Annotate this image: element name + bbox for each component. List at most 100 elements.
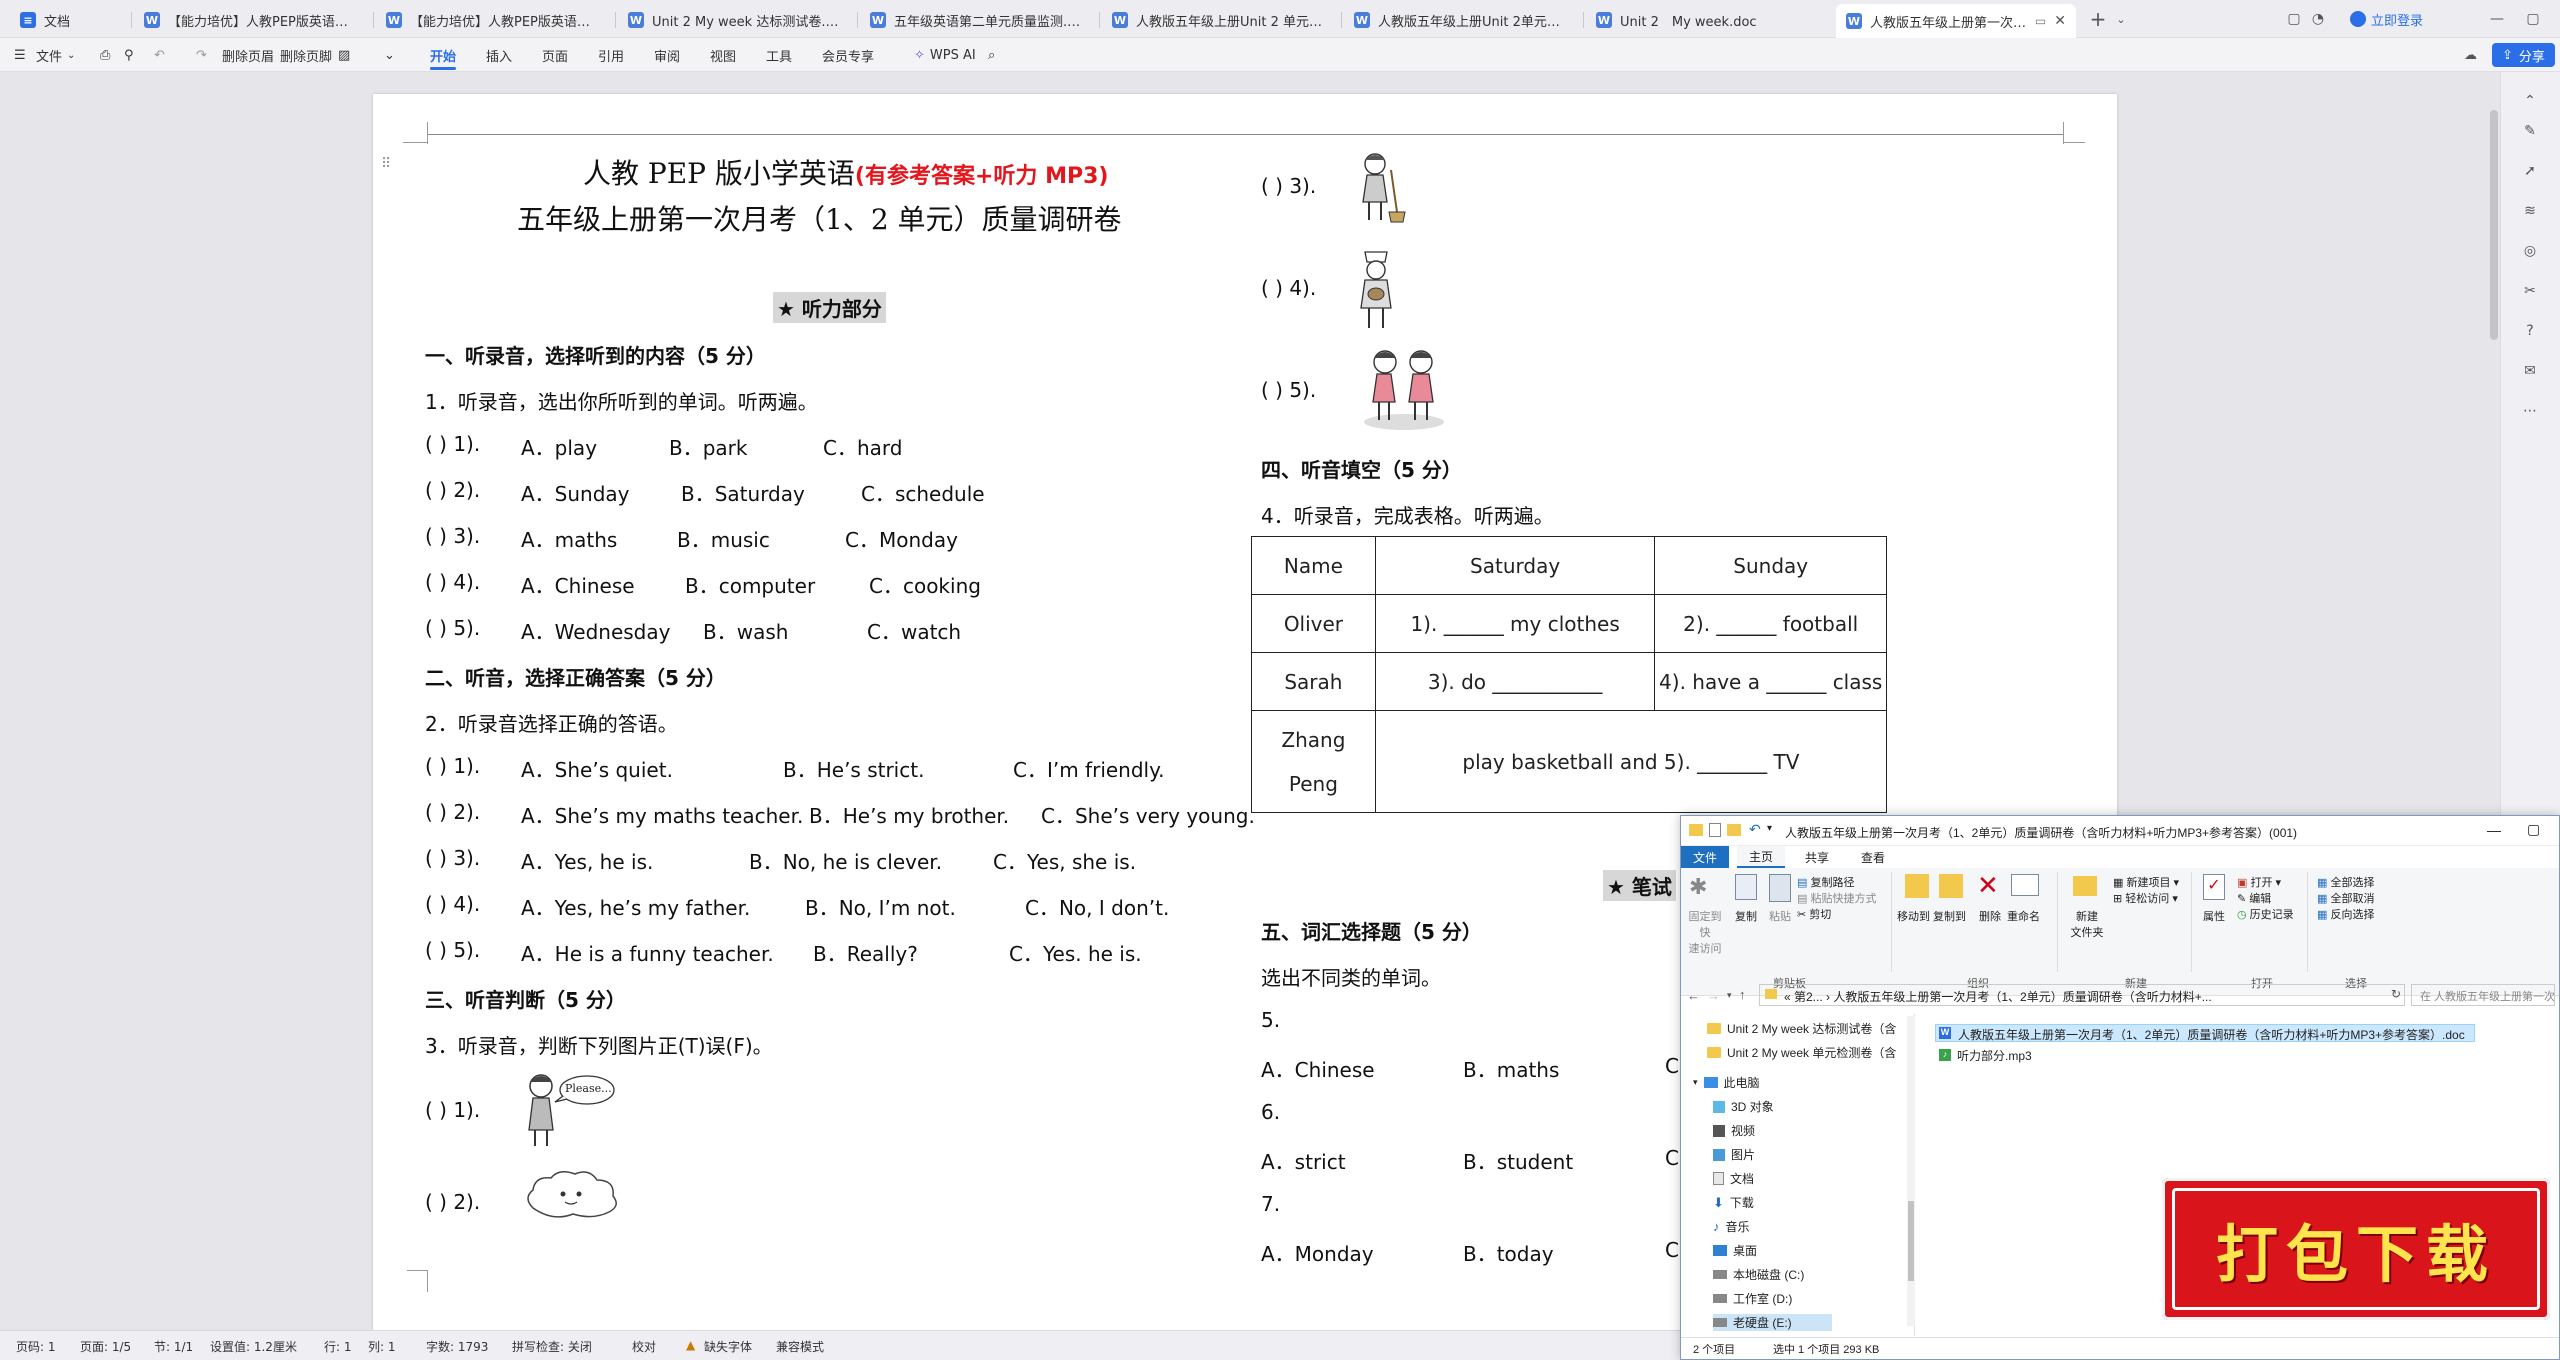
new-folder-label[interactable]: 新建 文件夹 (2069, 908, 2105, 940)
save-icon[interactable]: ⎙ (100, 38, 110, 72)
open-button[interactable]: ▣ 打开 ▾ (2237, 874, 2281, 890)
pen-icon[interactable]: ✎ (2517, 118, 2543, 144)
adjust-icon[interactable]: ≋ (2517, 198, 2543, 224)
tree-item[interactable]: 桌面 (1713, 1242, 1757, 1259)
tree-item[interactable]: 工作室 (D:) (1713, 1290, 1792, 1307)
cursor-icon[interactable]: ➚ (2517, 158, 2543, 184)
tree-item[interactable]: Unit 2 My week 达标测试卷（含 (1707, 1020, 1896, 1037)
select-all-button[interactable]: ▦ 全部选择 (2317, 874, 2374, 890)
ribbon-tab-review[interactable]: 审阅 (654, 38, 680, 72)
cut-button[interactable]: ✂ 剪切 (1797, 906, 1831, 922)
minimize-icon[interactable]: — (2487, 822, 2501, 838)
explorer-tab-share[interactable]: 共享 (1793, 846, 1841, 868)
tab-active-document[interactable]: W 人教版五年级上册第一次月考 ▭ ✕ (1836, 4, 2076, 38)
up-icon[interactable]: ↑ (1739, 987, 1746, 1002)
delete-icon[interactable]: ✕ (1977, 870, 1999, 901)
tab-document[interactable]: W 【能力培优】人教PEP版英语五年级上... (376, 4, 612, 36)
undo-icon[interactable]: ↶ (1749, 821, 1761, 838)
more-icon[interactable]: ⋯ (2517, 398, 2543, 424)
tree-item-this-pc[interactable]: ▾ 此电脑 (1693, 1074, 1760, 1091)
history-button[interactable]: ◷ 历史记录 (2237, 906, 2294, 922)
ribbon-tab-insert[interactable]: 插入 (486, 38, 512, 72)
window-layout-icon[interactable]: ▢ (2284, 8, 2304, 30)
ribbon-tab-view[interactable]: 视图 (710, 38, 736, 72)
new-item-button[interactable]: ▦ 新建项目 ▾ (2113, 874, 2179, 890)
tree-item[interactable]: 视频 (1713, 1122, 1755, 1139)
page-border-icon[interactable]: ▨ (338, 38, 350, 72)
search-input[interactable]: 在 人教版五年级上册第一次月考（1... (2411, 984, 2555, 1006)
status-spell-check[interactable]: 拼写检查: 关闭 (512, 1338, 592, 1355)
pin-label[interactable]: 固定到快 速访问 (1685, 908, 1725, 956)
new-tab-icon[interactable]: + (2086, 6, 2110, 32)
ribbon-tab-tools[interactable]: 工具 (766, 38, 792, 72)
status-col[interactable]: 列: 1 (368, 1338, 396, 1355)
move-to-icon[interactable] (1905, 874, 1929, 898)
delete-footer-button[interactable]: 删除页脚 (280, 38, 332, 72)
login-link[interactable]: 立即登录 (2350, 8, 2423, 30)
file-menu[interactable]: 文件 ⌄ (36, 38, 75, 72)
tree-item[interactable]: 文档 (1713, 1170, 1754, 1187)
status-section[interactable]: 节: 1/1 (154, 1338, 193, 1355)
new-folder-quick-icon[interactable] (1727, 824, 1741, 836)
status-word-count[interactable]: 字数: 1793 (426, 1338, 488, 1355)
explorer-tab-file[interactable]: 文件 (1681, 846, 1730, 868)
paste-label[interactable]: 粘贴 (1769, 908, 1791, 924)
status-setting[interactable]: 设置值: 1.2厘米 (210, 1338, 297, 1355)
copy-path-button[interactable]: ▤ 复制路径 (1797, 874, 1854, 890)
ribbon-tab-home[interactable]: 开始 (430, 38, 457, 72)
properties-icon[interactable]: ✓ (2203, 874, 2225, 900)
vertical-scrollbar[interactable] (2490, 110, 2498, 340)
copy-to-icon[interactable] (1939, 874, 1963, 898)
collapse-icon[interactable]: ⌃ (2517, 88, 2543, 114)
shapes-icon[interactable]: ◎ (2517, 238, 2543, 264)
maximize-icon[interactable]: ▢ (2527, 821, 2540, 838)
ribbon-tab-page[interactable]: 页面 (542, 38, 568, 72)
tab-document[interactable]: W 人教版五年级上册Unit 2 单元质量调... (1102, 4, 1338, 36)
maximize-icon[interactable]: ▢ (2520, 8, 2546, 30)
comment-icon[interactable]: ✉ (2517, 358, 2543, 384)
format-painter-icon[interactable]: ⚲ (124, 38, 134, 72)
wps-ai-button[interactable]: ✧ WPS AI (914, 38, 976, 72)
paste-shortcut-button[interactable]: ▤ 粘贴快捷方式 (1797, 890, 1876, 906)
tools-icon[interactable]: ✂ (2517, 278, 2543, 304)
ribbon-tab-member[interactable]: 会员专享 (822, 38, 874, 72)
undo-icon[interactable]: ↶ (154, 38, 165, 72)
easy-access-button[interactable]: ⊞ 轻松访问 ▾ (2113, 890, 2178, 906)
menu-icon[interactable]: ☰ (14, 38, 26, 72)
move-to-label[interactable]: 移动到 (1897, 908, 1930, 924)
status-row[interactable]: 行: 1 (324, 1338, 352, 1355)
search-icon[interactable]: ⌕ (988, 38, 995, 72)
chevron-down-icon[interactable]: ⌄ (2112, 6, 2130, 32)
file-item-selected[interactable]: 人教版五年级上册第一次月考（1、2单元）质量调研卷（含听力材料+听力MP3+参考… (1935, 1024, 2475, 1042)
close-tab-icon[interactable]: ✕ (2054, 13, 2066, 29)
copy-icon[interactable] (1735, 874, 1757, 900)
rename-label[interactable]: 重命名 (2007, 908, 2040, 924)
tree-item[interactable]: ♪ 音乐 (1713, 1218, 1750, 1235)
back-icon[interactable]: ← (1687, 988, 1700, 1003)
tree-item[interactable]: Unit 2 My week 单元检测卷（含 (1707, 1044, 1896, 1061)
tree-item-selected[interactable]: 老硬盘 (E:) (1713, 1314, 1832, 1331)
cloud-sync-icon[interactable]: ☁ (2464, 38, 2477, 72)
forward-icon[interactable]: → (1707, 988, 1720, 1003)
status-missing-font[interactable]: 缺失字体 (704, 1338, 752, 1355)
tree-item[interactable]: 3D 对象 (1713, 1098, 1774, 1115)
new-folder-icon[interactable] (2073, 876, 2097, 896)
tree-item[interactable]: 图片 (1713, 1146, 1755, 1163)
tab-document[interactable]: W Unit 2 My week 达标测试卷.doc (618, 4, 854, 36)
pin-icon[interactable]: ✱ (1689, 874, 1719, 902)
tab-docs[interactable]: ≡ 文档 (10, 4, 128, 36)
status-proof[interactable]: 校对 (632, 1338, 656, 1355)
window-icon[interactable]: ▭ (2035, 14, 2046, 28)
explorer-tab-home[interactable]: 主页 (1737, 846, 1786, 868)
more-icon[interactable]: ⌄ (384, 38, 395, 72)
share-button[interactable]: ⇪ 分享 (2492, 43, 2555, 67)
nav-scrollbar-thumb[interactable] (1908, 1201, 1914, 1281)
drag-handle-icon[interactable]: ⠿ (381, 156, 391, 172)
tab-document[interactable]: W Unit 2 My week.doc (1586, 4, 1822, 36)
select-none-button[interactable]: ▦ 全部取消 (2317, 890, 2374, 906)
rename-icon[interactable] (2011, 874, 2039, 896)
delete-header-button[interactable]: 删除页眉 (222, 38, 274, 72)
redo-icon[interactable]: ↷ (196, 38, 207, 72)
download-package-badge[interactable]: 打包下载 (2162, 1178, 2550, 1320)
tab-document[interactable]: W 人教版五年级上册Unit 2单元质量调研... (1344, 4, 1580, 36)
